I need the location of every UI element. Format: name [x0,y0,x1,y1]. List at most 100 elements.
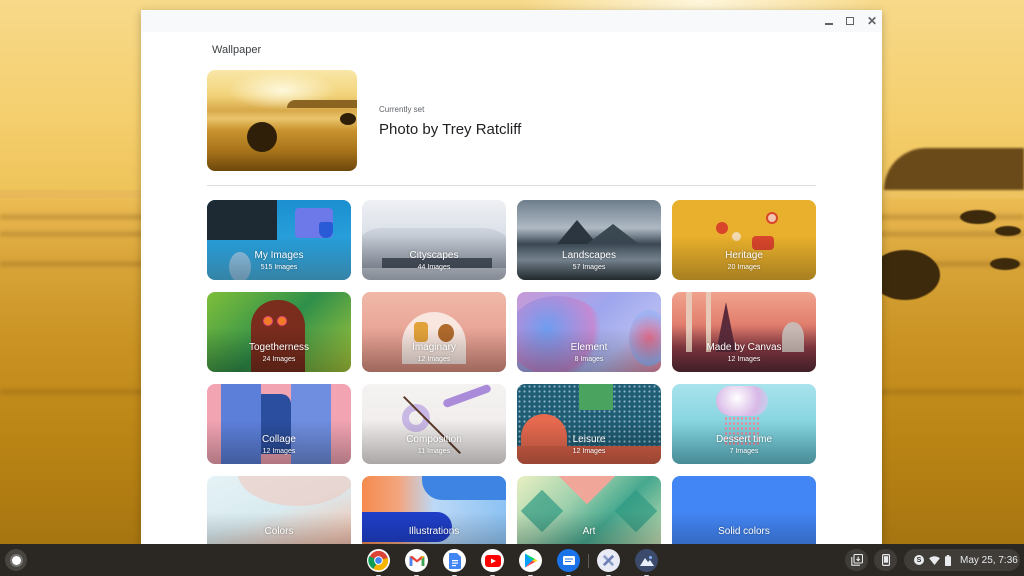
tile-artwork [766,212,778,224]
collection-illustrations[interactable]: Illustrations [362,476,506,544]
collection-heritage[interactable]: Heritage 20 Images [672,200,816,280]
gmail-icon [409,555,424,566]
minimize-button[interactable] [822,14,836,28]
collection-name: Togetherness [248,342,310,353]
collection-count: 12 Images [727,356,761,363]
app-chrome[interactable] [367,549,390,576]
holding-space-button[interactable] [845,549,868,571]
chrome-icon [368,550,389,571]
wallpaper-icon [639,555,654,566]
collection-count: 12 Images [262,448,296,455]
collection-togetherness[interactable]: Togetherness 24 Images [207,292,351,372]
launcher-button[interactable] [5,549,27,571]
tile-artwork [716,386,768,416]
app-gmail[interactable] [405,549,428,576]
collection-name: Cityscapes [409,250,459,261]
collection-count: 44 Images [417,264,451,271]
tile-artwork [263,316,273,326]
collection-landscapes[interactable]: Landscapes 57 Images [517,200,661,280]
wallpaper-rock [990,258,1020,270]
collection-solid-colors[interactable]: Solid colors [672,476,816,544]
collection-name: Colors [264,526,294,537]
collection-art[interactable]: Art [517,476,661,544]
messages-icon [562,555,575,565]
collection-count: 7 Images [729,448,759,455]
phone-icon [881,554,890,566]
collection-made-by-canvas[interactable]: Made by Canvas 12 Images [672,292,816,372]
launcher-icon [11,555,21,565]
tile-artwork [442,384,492,409]
collection-name: Made by Canvas [706,342,782,353]
current-wallpaper-thumbnail [207,70,357,171]
currently-set-label: Currently set [379,105,425,114]
close-button[interactable]: ✕ [865,14,879,28]
collection-name: Composition [406,434,462,445]
collection-name: Solid colors [718,526,770,537]
collection-name: Landscapes [562,250,616,261]
collection-count: 12 Images [417,356,451,363]
tile-artwork [558,476,616,505]
current-wallpaper-name: Photo by Trey Ratcliff [379,121,522,138]
tile-artwork [237,476,351,506]
collection-name: Dessert time [715,434,773,445]
youtube-icon [484,554,501,567]
wallpaper-rock [960,210,996,224]
wifi-icon [929,555,940,565]
pinned-apps [367,549,658,576]
collection-cityscapes[interactable]: Cityscapes 44 Images [362,200,506,280]
thumb-rock [247,122,277,152]
notification-badge: S [914,555,924,565]
collection-name: Collage [262,434,296,445]
tools-icon [602,554,615,567]
collection-name: Leisure [572,434,606,445]
collection-dessert-time[interactable]: Dessert time 7 Images [672,384,816,464]
clock: May 25, 7:36 [960,554,1018,566]
play-store-icon [524,553,537,568]
wallpaper-rock [995,226,1021,236]
app-play-store[interactable] [519,549,542,576]
close-icon: ✕ [866,14,878,28]
divider [207,185,816,186]
app-tools[interactable] [597,549,620,576]
collection-count: 12 Images [572,448,606,455]
thumb-hill [287,100,357,108]
tile-artwork [422,476,506,500]
collection-colors[interactable]: Colors [207,476,351,544]
holding-space-icon [850,554,863,566]
wallpaper-content: Wallpaper Currently set Photo by Trey Ra… [141,32,882,544]
collection-imaginary[interactable]: Imaginary 12 Images [362,292,506,372]
collection-count: 20 Images [727,264,761,271]
thumb-rock [340,113,356,125]
wallpaper-hill [884,148,1024,190]
collections-grid: My Images 515 Images Cityscapes 44 Image… [207,200,816,544]
collection-element[interactable]: Element 8 Images [517,292,661,372]
collection-count: 24 Images [262,356,296,363]
tile-artwork [207,200,277,240]
shelf: S May 25, 7:36 [0,544,1024,576]
collection-name: Element [570,342,608,353]
collection-composition[interactable]: Composition 11 Images [362,384,506,464]
collection-count: 8 Images [574,356,604,363]
minimize-icon [825,23,833,25]
app-docs[interactable] [443,549,466,576]
page-title: Wallpaper [212,44,262,56]
status-area[interactable]: S May 25, 7:36 [904,549,1020,571]
collection-count: 57 Images [572,264,606,271]
app-wallpaper[interactable] [635,549,658,576]
collection-count: 11 Images [417,448,451,455]
collection-name: Art [582,526,596,537]
collection-my-images[interactable]: My Images 515 Images [207,200,351,280]
collection-name: My Images [254,250,304,261]
collection-name: Heritage [725,250,763,261]
title-bar[interactable]: ✕ [141,10,882,32]
collection-name: Imaginary [412,342,456,353]
tile-artwork [716,222,728,234]
collection-leisure[interactable]: Leisure 12 Images [517,384,661,464]
collection-collage[interactable]: Collage 12 Images [207,384,351,464]
app-youtube[interactable] [481,549,504,576]
phone-hub-button[interactable] [874,549,897,571]
docs-icon [448,552,461,569]
collection-count: 515 Images [260,264,298,271]
maximize-button[interactable] [843,14,857,28]
app-messages[interactable] [557,549,580,576]
